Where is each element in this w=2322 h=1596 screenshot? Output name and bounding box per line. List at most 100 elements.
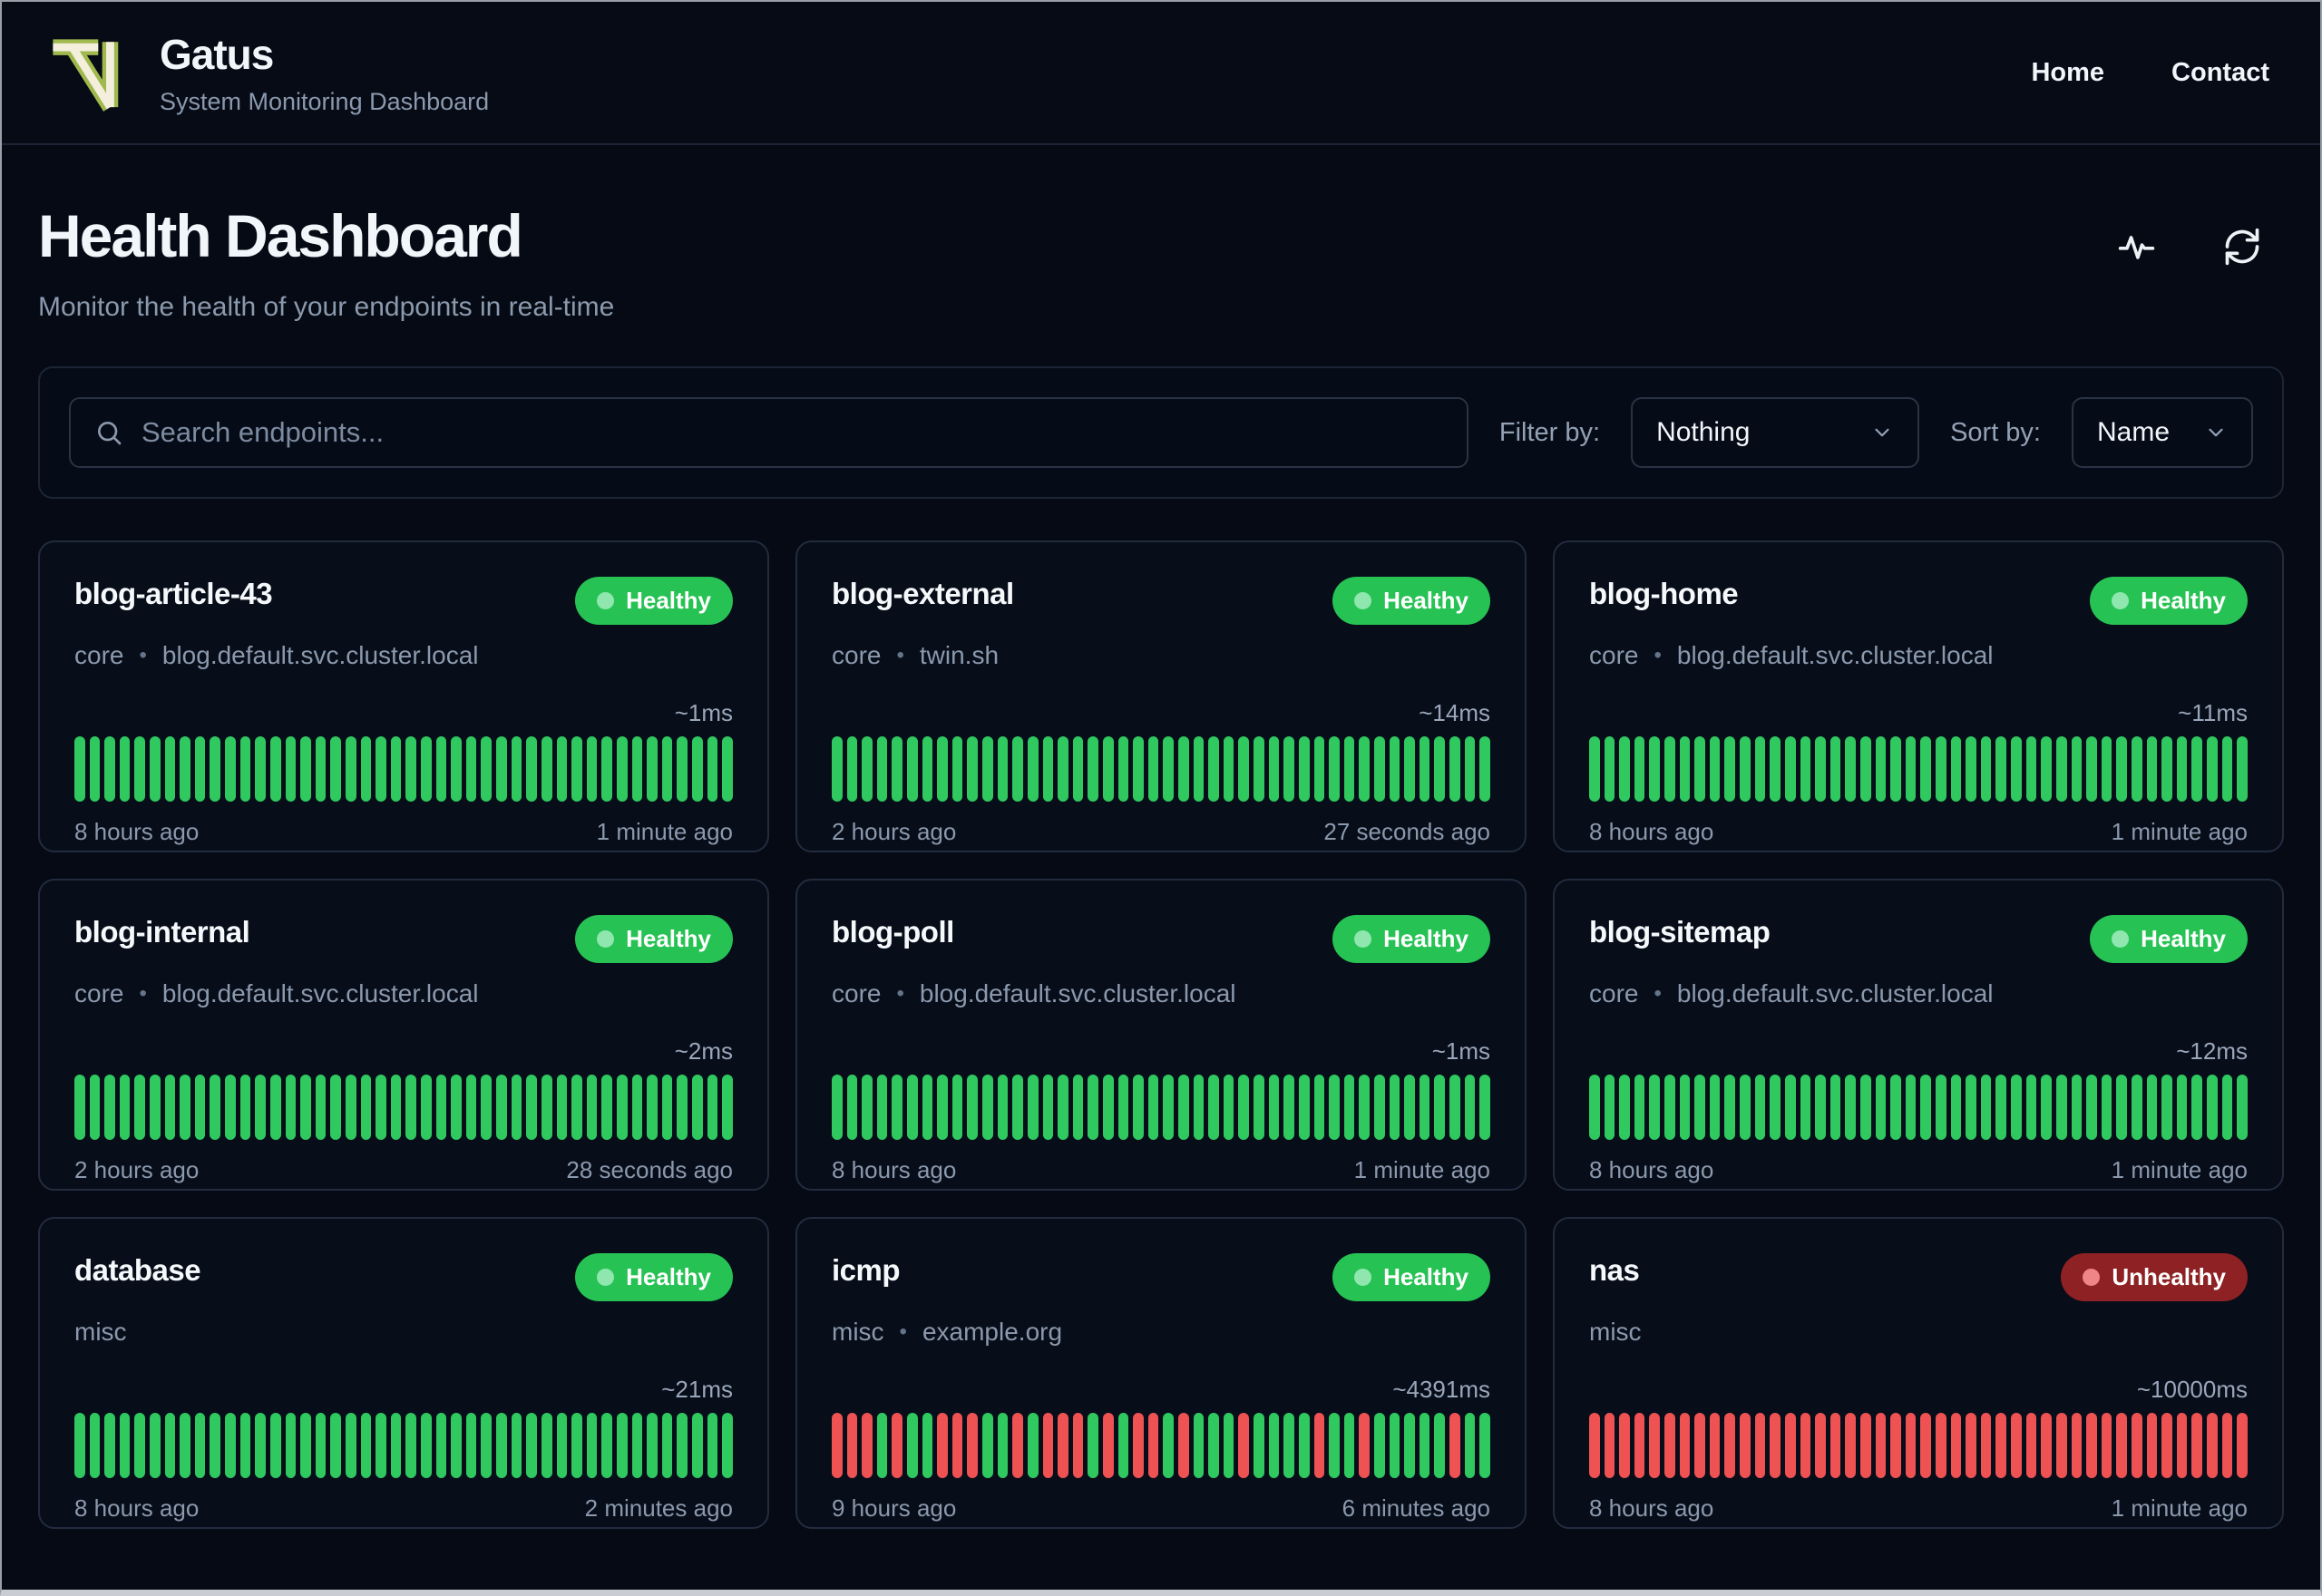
status-tick-up bbox=[1088, 736, 1098, 802]
endpoint-card[interactable]: blog-internal Healthy core • blog.defaul… bbox=[38, 879, 769, 1191]
status-tick-up bbox=[1890, 736, 1901, 802]
status-tick-up bbox=[922, 1413, 933, 1478]
status-tick-up bbox=[1845, 1075, 1856, 1140]
status-badge: Unhealthy bbox=[2061, 1253, 2248, 1301]
filter-toolbar: Filter by: Nothing Sort by: Name bbox=[38, 366, 2284, 499]
endpoint-time-range: 2 hours ago 27 seconds ago bbox=[832, 818, 1490, 846]
status-tick-up bbox=[1754, 1075, 1766, 1140]
status-tick-up bbox=[465, 1075, 477, 1140]
uptime-bar-chart[interactable] bbox=[74, 1413, 733, 1478]
status-dot-icon bbox=[597, 930, 615, 948]
sort-select[interactable]: Name bbox=[2072, 397, 2253, 468]
status-tick-up bbox=[269, 736, 281, 802]
status-tick-up bbox=[481, 736, 493, 802]
endpoint-latency: ~21ms bbox=[661, 1376, 733, 1403]
sort-select-value: Name bbox=[2097, 417, 2171, 447]
endpoint-card[interactable]: blog-external Healthy core • twin.sh ~14… bbox=[795, 540, 1527, 852]
status-tick-up bbox=[2086, 736, 2097, 802]
status-tick-up bbox=[1679, 736, 1691, 802]
status-tick-up bbox=[1875, 736, 1887, 802]
status-tick-up bbox=[330, 1075, 341, 1140]
uptime-bar-chart[interactable] bbox=[74, 736, 733, 802]
uptime-bar-chart[interactable] bbox=[832, 1075, 1490, 1140]
oldest-time-label: 8 hours ago bbox=[1589, 1494, 1714, 1522]
status-tick-down bbox=[1770, 1413, 1781, 1478]
status-tick-down bbox=[1829, 1413, 1841, 1478]
endpoint-meta: misc bbox=[74, 1318, 733, 1347]
status-tick-down bbox=[967, 1413, 979, 1478]
status-tick-up bbox=[300, 1075, 311, 1140]
top-nav: Home Contact bbox=[2031, 58, 2269, 88]
status-tick-up bbox=[922, 1075, 933, 1140]
status-tick-down bbox=[2221, 1413, 2233, 1478]
status-tick-up bbox=[1373, 1413, 1385, 1478]
oldest-time-label: 9 hours ago bbox=[832, 1494, 957, 1522]
uptime-bar-chart[interactable] bbox=[1589, 736, 2248, 802]
status-dot-icon bbox=[1354, 592, 1372, 609]
status-tick-up bbox=[937, 736, 948, 802]
uptime-bar-chart[interactable] bbox=[74, 1075, 733, 1140]
endpoint-card[interactable]: blog-home Healthy core • blog.default.sv… bbox=[1553, 540, 2284, 852]
endpoint-card[interactable]: database Healthy misc ~21ms 8 hours ago … bbox=[38, 1217, 769, 1529]
status-tick-up bbox=[150, 1075, 161, 1140]
endpoint-card[interactable]: blog-poll Healthy core • blog.default.sv… bbox=[795, 879, 1527, 1191]
status-dot-icon bbox=[597, 592, 615, 609]
meta-dot-separator: • bbox=[139, 643, 147, 667]
uptime-bar-chart[interactable] bbox=[1589, 1075, 2248, 1140]
status-tick-up bbox=[616, 736, 628, 802]
uptime-bar-chart[interactable] bbox=[1589, 1413, 2248, 1478]
status-tick-up bbox=[907, 1075, 918, 1140]
meta-dot-separator: • bbox=[896, 981, 904, 1006]
status-tick-up bbox=[862, 1075, 873, 1140]
status-tick-up bbox=[1343, 1075, 1355, 1140]
status-tick-up bbox=[134, 1413, 146, 1478]
status-tick-up bbox=[164, 736, 176, 802]
endpoint-card[interactable]: blog-article-43 Healthy core • blog.defa… bbox=[38, 540, 769, 852]
meta-dot-separator: • bbox=[1654, 643, 1662, 667]
status-tick-up bbox=[1298, 1413, 1310, 1478]
endpoint-card[interactable]: icmp Healthy misc • example.org ~4391ms … bbox=[795, 1217, 1527, 1529]
status-tick-up bbox=[846, 1075, 858, 1140]
status-tick-down bbox=[2161, 1413, 2172, 1478]
endpoint-latency: ~1ms bbox=[674, 699, 733, 726]
status-tick-up bbox=[1709, 1075, 1721, 1140]
newest-time-label: 27 seconds ago bbox=[1323, 818, 1490, 845]
status-tick-up bbox=[390, 1413, 402, 1478]
endpoint-card[interactable]: blog-sitemap Healthy core • blog.default… bbox=[1553, 879, 2284, 1191]
search-input[interactable] bbox=[141, 416, 1443, 449]
status-tick-up bbox=[2086, 1075, 2097, 1140]
status-dot-icon bbox=[2112, 592, 2130, 609]
nav-home-link[interactable]: Home bbox=[2031, 58, 2104, 88]
status-tick-up bbox=[1238, 1075, 1250, 1140]
status-tick-down bbox=[2146, 1413, 2158, 1478]
status-tick-up bbox=[1058, 736, 1068, 802]
filter-select[interactable]: Nothing bbox=[1631, 397, 1920, 468]
status-tick-up bbox=[997, 1413, 1009, 1478]
status-tick-up bbox=[2191, 736, 2202, 802]
uptime-bar-chart[interactable] bbox=[832, 736, 1490, 802]
refresh-icon[interactable] bbox=[2222, 227, 2262, 267]
status-tick-up bbox=[164, 1413, 176, 1478]
uptime-bar-chart[interactable] bbox=[832, 1413, 1490, 1478]
status-tick-up bbox=[194, 1413, 206, 1478]
status-tick-down bbox=[1875, 1413, 1887, 1478]
status-tick-up bbox=[1980, 736, 1992, 802]
status-tick-up bbox=[150, 1413, 161, 1478]
status-tick-up bbox=[239, 1075, 251, 1140]
status-tick-up bbox=[1208, 1413, 1219, 1478]
status-tick-down bbox=[951, 1413, 963, 1478]
status-dot-icon bbox=[2112, 930, 2130, 948]
status-tick-up bbox=[1359, 1075, 1370, 1140]
endpoint-card[interactable]: nas Unhealthy misc ~10000ms 8 hours ago … bbox=[1553, 1217, 2284, 1529]
status-tick-up bbox=[345, 1413, 356, 1478]
status-tick-up bbox=[1664, 736, 1675, 802]
status-tick-up bbox=[1163, 1075, 1175, 1140]
app-window: Gatus System Monitoring Dashboard Home C… bbox=[0, 0, 2322, 1596]
nav-contact-link[interactable]: Contact bbox=[2171, 58, 2269, 88]
status-tick-up bbox=[421, 1413, 432, 1478]
status-tick-up bbox=[541, 736, 552, 802]
status-tick-down bbox=[1754, 1413, 1766, 1478]
status-tick-up bbox=[876, 1075, 888, 1140]
activity-icon[interactable] bbox=[2117, 227, 2157, 267]
status-tick-up bbox=[1313, 1075, 1325, 1140]
